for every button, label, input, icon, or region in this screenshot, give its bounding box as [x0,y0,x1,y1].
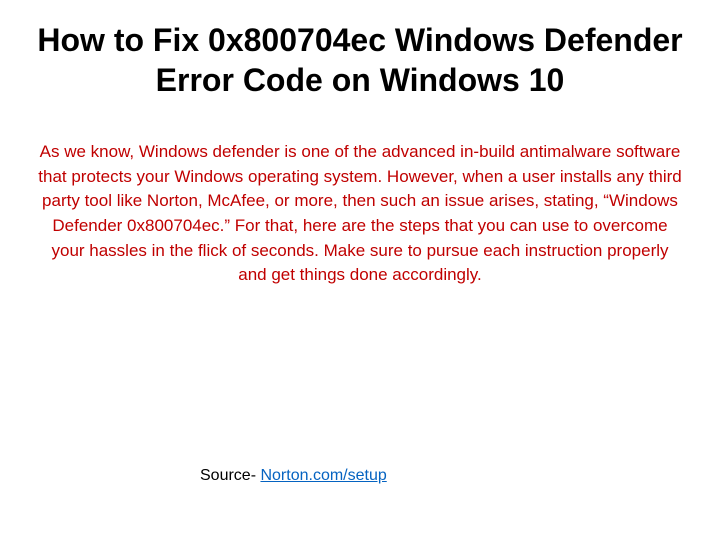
source-link[interactable]: Norton.com/setup [260,467,386,484]
page-title: How to Fix 0x800704ec Windows Defender E… [30,20,690,100]
source-label: Source- [200,467,260,484]
source-line: Source- Norton.com/setup [200,467,387,485]
body-paragraph: As we know, Windows defender is one of t… [30,140,690,288]
